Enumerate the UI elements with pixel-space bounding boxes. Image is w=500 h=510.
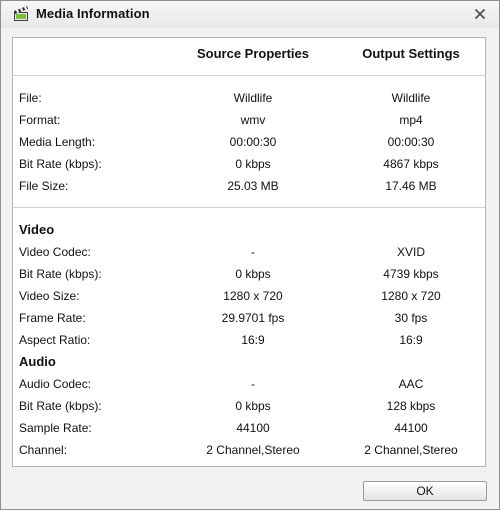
- source-channel-value: 2 Channel,Stereo: [206, 443, 300, 457]
- video-codec-label: Video Codec:: [19, 245, 91, 259]
- output-bit-rate-value: 4867 kbps: [383, 157, 439, 171]
- output-sample-rate-value: 44100: [394, 421, 428, 435]
- source-bit-rate-value: 0 kbps: [235, 157, 271, 171]
- close-icon[interactable]: [471, 5, 489, 23]
- audio-codec-label: Audio Codec:: [19, 377, 92, 391]
- source-video-bit-rate-value: 0 kbps: [235, 267, 271, 281]
- general-divider: [13, 207, 485, 208]
- file-size-label: File Size:: [19, 179, 69, 193]
- source-file-value: Wildlife: [233, 91, 273, 105]
- frame-rate-label: Frame Rate:: [19, 311, 86, 325]
- source-file-size-value: 25.03 MB: [227, 179, 279, 193]
- source-aspect-ratio-value: 16:9: [241, 333, 265, 347]
- output-audio-codec-value: AAC: [398, 377, 424, 391]
- output-audio-bit-rate-value: 128 kbps: [386, 399, 436, 413]
- source-frame-rate-value: 29.9701 fps: [221, 311, 285, 325]
- video-section-heading: Video: [19, 222, 55, 237]
- file-label: File:: [19, 91, 42, 105]
- source-format-value: wmv: [240, 113, 266, 127]
- output-settings-header: Output Settings: [362, 46, 460, 61]
- channel-label: Channel:: [19, 443, 68, 457]
- source-video-size-value: 1280 x 720: [223, 289, 283, 303]
- format-label: Format:: [19, 113, 61, 127]
- source-properties-header: Source Properties: [197, 46, 309, 61]
- output-channel-value: 2 Channel,Stereo: [364, 443, 458, 457]
- source-media-length-value: 00:00:30: [229, 135, 277, 149]
- title-bar[interactable]: Media Information: [1, 1, 499, 28]
- audio-bit-rate-label: Bit Rate (kbps):: [19, 399, 102, 413]
- media-info-panel: Source Properties Output Settings File: …: [12, 37, 486, 467]
- output-file-size-value: 17.46 MB: [385, 179, 437, 193]
- video-size-label: Video Size:: [19, 289, 80, 303]
- source-audio-bit-rate-value: 0 kbps: [235, 399, 271, 413]
- output-frame-rate-value: 30 fps: [394, 311, 428, 325]
- dialog-title: Media Information: [36, 6, 150, 21]
- clapperboard-icon: [12, 5, 30, 23]
- media-length-label: Media Length:: [19, 135, 96, 149]
- source-audio-codec-value: -: [251, 377, 255, 391]
- source-video-codec-value: -: [251, 245, 255, 259]
- video-bit-rate-label: Bit Rate (kbps):: [19, 267, 102, 281]
- sample-rate-label: Sample Rate:: [19, 421, 92, 435]
- ok-button[interactable]: OK: [363, 481, 487, 501]
- output-video-codec-value: XVID: [396, 245, 425, 259]
- output-aspect-ratio-value: 16:9: [399, 333, 423, 347]
- audio-section-heading: Audio: [19, 354, 56, 369]
- output-media-length-value: 00:00:30: [387, 135, 435, 149]
- header-divider: [13, 75, 485, 76]
- output-video-size-value: 1280 x 720: [381, 289, 441, 303]
- media-information-dialog: Media Information Source Properties Outp…: [0, 0, 500, 510]
- output-file-value: Wildlife: [391, 91, 431, 105]
- output-format-value: mp4: [399, 113, 423, 127]
- aspect-ratio-label: Aspect Ratio:: [19, 333, 91, 347]
- bit-rate-label: Bit Rate (kbps):: [19, 157, 102, 171]
- source-sample-rate-value: 44100: [236, 421, 270, 435]
- output-video-bit-rate-value: 4739 kbps: [383, 267, 439, 281]
